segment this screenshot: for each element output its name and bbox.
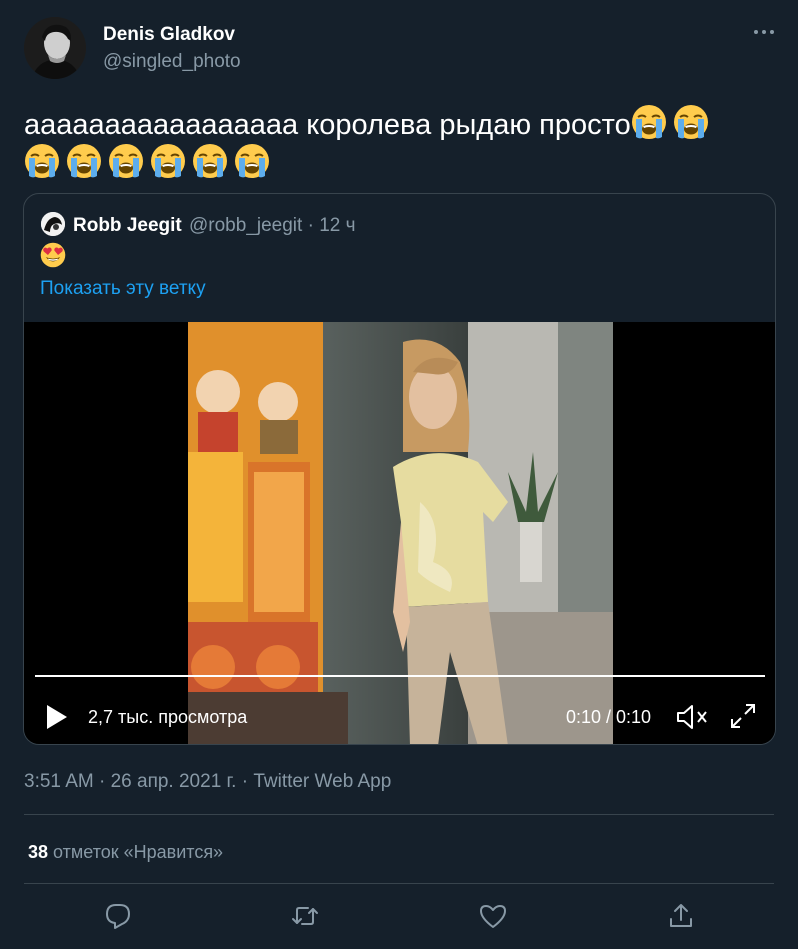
share-icon[interactable]: [666, 901, 696, 931]
divider: [24, 883, 774, 884]
loudly-crying-face-icon: [67, 144, 101, 178]
loudly-crying-face-icon: [25, 144, 59, 178]
quoted-author-meta: @robb_jeegit · 12 ч: [189, 215, 356, 236]
more-horizontal-icon[interactable]: [750, 22, 778, 42]
video-player[interactable]: 2,7 тыс. просмотра 0:10 / 0:10: [24, 322, 775, 744]
quoted-author-name: Robb Jeegit: [73, 215, 182, 236]
timestamp-date[interactable]: 3:51 AM · 26 апр. 2021 г. ·: [24, 771, 253, 792]
reply-icon[interactable]: [103, 901, 133, 931]
video-frame: [188, 322, 613, 744]
play-icon[interactable]: [44, 703, 70, 731]
mute-icon[interactable]: [675, 703, 709, 731]
video-progress-bar[interactable]: [35, 675, 765, 677]
quoted-author-avatar: [41, 212, 65, 236]
tweet-inline-emoji: [631, 104, 709, 152]
tweet-text-content: ааааааааааааааааа королева рыдаю просто: [24, 109, 631, 141]
video-time: 0:10 / 0:10: [566, 707, 652, 727]
likes-count[interactable]: 38 отметок «Нравится»: [28, 840, 223, 864]
heart-eyes-emoji-icon: [40, 242, 66, 268]
timestamp-app-link[interactable]: Twitter Web App: [253, 771, 391, 792]
tweet-timestamp: 3:51 AM · 26 апр. 2021 г. · Twitter Web …: [24, 770, 391, 794]
video-views: 2,7 тыс. просмотра: [88, 707, 248, 727]
retweet-icon[interactable]: [290, 901, 320, 931]
show-thread-link[interactable]: Показать эту ветку: [40, 277, 206, 301]
author-handle[interactable]: @singled_photo: [103, 50, 241, 74]
loudly-crying-face-icon: [109, 144, 143, 178]
fullscreen-icon[interactable]: [729, 702, 757, 730]
tweet-emoji-row: [24, 143, 270, 179]
loudly-crying-face-icon: [631, 105, 666, 139]
likes-number: 38: [28, 842, 49, 862]
tweet-actions: [0, 901, 798, 933]
author-avatar[interactable]: [24, 17, 86, 79]
author-name[interactable]: Denis Gladkov: [103, 23, 235, 47]
loudly-crying-face-icon: [193, 144, 227, 178]
like-icon[interactable]: [478, 901, 508, 931]
loudly-crying-face-icon: [673, 105, 708, 139]
loudly-crying-face-icon: [151, 144, 185, 178]
loudly-crying-face-icon: [235, 144, 269, 178]
divider: [24, 814, 774, 815]
likes-label: отметок «Нравится»: [53, 842, 224, 862]
quoted-tweet[interactable]: Robb Jeegit @robb_jeegit · 12 ч Показать…: [23, 193, 776, 745]
